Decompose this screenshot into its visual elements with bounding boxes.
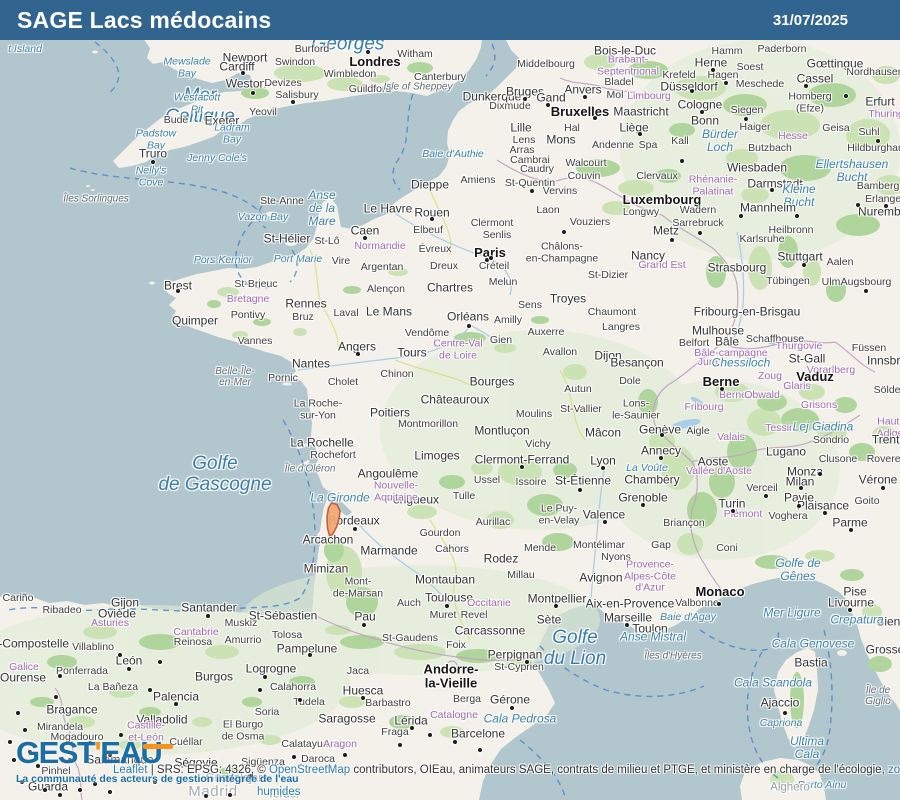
gesteau-logo[interactable]: GEST'EAU La communauté des acteurs de ge… <box>16 737 299 785</box>
page-title: SAGE Lacs médocains <box>17 7 271 34</box>
zones-humides-link-2[interactable]: humides <box>257 786 300 798</box>
gesteau-tagline: La communauté des acteurs de gestion int… <box>16 774 299 785</box>
map-viewport[interactable]: t IslandGeorgesMer CeltiqueMewslade BayN… <box>0 0 900 800</box>
header-date: 31/07/2025 <box>773 12 848 29</box>
map-attribution-line2: humides <box>257 786 300 798</box>
zones-humides-link[interactable]: zones <box>888 764 900 776</box>
logo-orange-dash <box>143 744 173 749</box>
map-canvas <box>0 0 900 800</box>
header-bar: SAGE Lacs médocains 31/07/2025 <box>0 0 900 40</box>
page: t IslandGeorgesMer CeltiqueMewslade BayN… <box>0 0 900 800</box>
gesteau-logo-text: GEST'EAU <box>16 737 299 768</box>
